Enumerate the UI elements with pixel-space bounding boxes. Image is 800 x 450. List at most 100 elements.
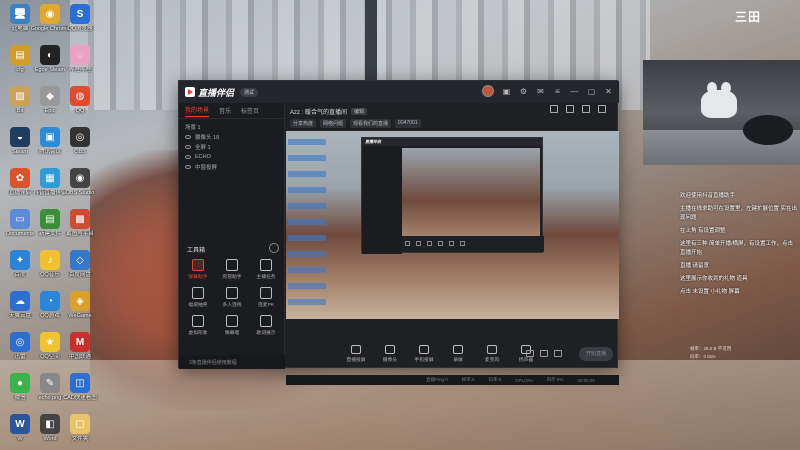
- cart-icon[interactable]: [566, 105, 574, 113]
- tab-pages[interactable]: 标签页: [241, 106, 259, 115]
- tutorial-text: 3条直播伴侣使用教程: [189, 359, 237, 366]
- live-preview[interactable]: 直播伴侣: [286, 131, 619, 319]
- tool-danmaku-wall[interactable]: 弹幕墙: [217, 315, 247, 341]
- tool-avatar[interactable]: 虚拟形象: [183, 315, 213, 341]
- record-screen-button[interactable]: 录屏: [446, 345, 470, 363]
- maximize-icon[interactable]: ▢: [587, 87, 596, 96]
- scene-item-echo[interactable]: ECHO: [179, 152, 284, 162]
- record-icon: [453, 345, 463, 354]
- desktop-icon[interactable]: ▩ 截图与平台: [62, 209, 98, 253]
- mail-icon[interactable]: ✉: [536, 87, 545, 96]
- title-controls: ▣ ⚙ ✉ ≡ — ▢ ✕: [482, 85, 613, 97]
- video-icon[interactable]: [526, 350, 534, 357]
- scene-header-label: 场景 1: [185, 125, 201, 131]
- share-icon[interactable]: [598, 105, 606, 113]
- tool-label: 连麦PK: [258, 303, 274, 308]
- tool-pk[interactable]: 连麦PK: [251, 287, 281, 313]
- camera-button[interactable]: 摄像头: [378, 345, 402, 363]
- desktop-icon-grid: 🖥 此电脑 ◉ Google Chrome S QQ浏览器 ▤ cfg ◐ Egde Steam ◌…: [0, 0, 100, 450]
- status-ping: 直播Ping:0: [426, 377, 448, 382]
- scene-label: 全屏 1: [195, 145, 211, 151]
- toolbox-settings-icon[interactable]: [269, 243, 279, 253]
- app-icon: ◇: [70, 250, 90, 270]
- status-bar: 直播Ping:0 帧率:0 码率:0 CPU:0% 内存:0% 00:00:00: [286, 375, 619, 385]
- tutorial-link[interactable]: 3条直播伴侣使用教程: [179, 355, 285, 369]
- desktop-icon[interactable]: ◍ QQ: [62, 86, 98, 130]
- desktop-icon[interactable]: ▢ 文件夹: [62, 414, 98, 450]
- desktop-icon-label: 百度网盘: [68, 272, 91, 278]
- desktop-icon[interactable]: ◎ OBS: [62, 127, 98, 171]
- app-icon: ▤: [10, 45, 30, 65]
- tool-lucky-bag[interactable]: 福袋抽奖: [183, 287, 213, 313]
- chat-line: 这里展示你收到的礼物 道具: [680, 276, 748, 282]
- desktop-icon[interactable]: M 中国联通: [62, 332, 98, 376]
- screen-cast-label: 直播投屏: [346, 358, 366, 363]
- tool-label: 弹幕助手: [188, 275, 208, 280]
- eye-icon[interactable]: [185, 155, 191, 159]
- app-icon: ◎: [10, 332, 30, 352]
- status-mem: 内存:0%: [546, 377, 564, 382]
- desktop-icon[interactable]: ◇ 百度网盘: [62, 250, 98, 294]
- gift-icon[interactable]: [550, 105, 558, 113]
- eye-icon[interactable]: [185, 145, 191, 149]
- tool-danmaku-assistant[interactable]: 弹幕助手: [183, 259, 213, 285]
- tool-tasks[interactable]: 主播任务: [251, 259, 281, 285]
- speaker-label: 扬声器: [518, 358, 534, 363]
- avatar[interactable]: [482, 85, 494, 97]
- shop-icon[interactable]: ▣: [502, 87, 511, 96]
- tag-watch[interactable]: 观看我们的直播: [350, 119, 392, 128]
- multi-link-icon: [226, 287, 238, 299]
- status-cpu: CPU:0%: [515, 377, 533, 383]
- tool-room-manager[interactable]: 房管助手: [217, 259, 247, 285]
- app-name: 直播伴侣: [198, 87, 235, 98]
- scene-item-fullscreen[interactable]: 全屏 1: [179, 142, 284, 152]
- tool-label: 弹幕墙: [224, 331, 240, 336]
- desktop-icon-label: CAD快速看图: [63, 395, 97, 401]
- left-tabs: 我的场景 音乐 标签页: [179, 103, 284, 119]
- phone-icon: [419, 345, 429, 354]
- tool-label: 歌词展示: [256, 331, 276, 336]
- eye-toggle-icon[interactable]: [540, 350, 548, 357]
- edit-room-button[interactable]: 编辑: [351, 107, 368, 115]
- desktop-icon[interactable]: ◫ CAD快速看图: [62, 373, 98, 417]
- menu-icon[interactable]: ≡: [553, 87, 562, 96]
- close-icon[interactable]: ✕: [604, 87, 613, 96]
- scene-header[interactable]: 场景 1: [179, 122, 284, 132]
- tab-scenes[interactable]: 我的场景: [185, 105, 210, 117]
- tool-label: 主播任务: [256, 275, 276, 280]
- stream-info: 帧率：28.0 B 不可用 码率：0 kb/s: [690, 345, 731, 361]
- screen-cast-button[interactable]: 直播投屏: [344, 345, 368, 363]
- gear-icon[interactable]: [554, 350, 562, 357]
- microphone-button[interactable]: 麦克风: [480, 345, 504, 363]
- scene-item-window[interactable]: 中窗投屏: [179, 162, 284, 172]
- tag-network[interactable]: 网络问题: [320, 119, 347, 128]
- desktop-icon[interactable]: S QQ浏览器: [62, 4, 98, 48]
- tab-music[interactable]: 音乐: [219, 106, 231, 115]
- chat-line: 点击 未设置 小礼物 屏幕: [680, 289, 740, 295]
- start-live-button[interactable]: 开始直播: [579, 347, 613, 361]
- lyrics-icon: [260, 315, 272, 327]
- nested-left-panel: [362, 146, 402, 254]
- app-icon: ✎: [40, 373, 60, 393]
- phone-cast-button[interactable]: 手机投屏: [412, 345, 436, 363]
- tool-multi-link[interactable]: 多人连线: [217, 287, 247, 313]
- chat-line: 欢迎使用抖音直播助手: [680, 193, 736, 199]
- chat-line: 主播在线求助可在设置里，左键扩展位置 实在出现问题: [680, 206, 798, 221]
- nested-preview: [402, 148, 540, 236]
- room-tags: 分享热度 网络问题 观看我们的直播 0047001: [290, 119, 421, 128]
- eye-icon[interactable]: [185, 165, 191, 169]
- eye-icon[interactable]: [185, 135, 191, 139]
- tag-heat[interactable]: 分享热度: [290, 119, 317, 128]
- desktop-icon[interactable]: ◉ OBS Studio: [62, 168, 98, 212]
- camera-icon: [385, 345, 395, 354]
- desktop-icon[interactable]: ◈ WeGame: [62, 291, 98, 335]
- minimize-icon[interactable]: —: [570, 87, 579, 96]
- desktop-icon[interactable]: ◌ 哔哩哔哩: [62, 45, 98, 89]
- pin-icon[interactable]: [582, 105, 590, 113]
- tool-lyrics[interactable]: 歌词展示: [251, 315, 281, 341]
- title-bar[interactable]: 直播伴侣 测试 ▣ ⚙ ✉ ≡ — ▢ ✕: [179, 81, 619, 103]
- settings-icon[interactable]: ⚙: [519, 87, 528, 96]
- microphone-label: 麦克风: [484, 358, 500, 363]
- danmaku-wall-icon: [226, 315, 238, 327]
- scene-item-camera[interactable]: 摄像头 18: [179, 132, 284, 142]
